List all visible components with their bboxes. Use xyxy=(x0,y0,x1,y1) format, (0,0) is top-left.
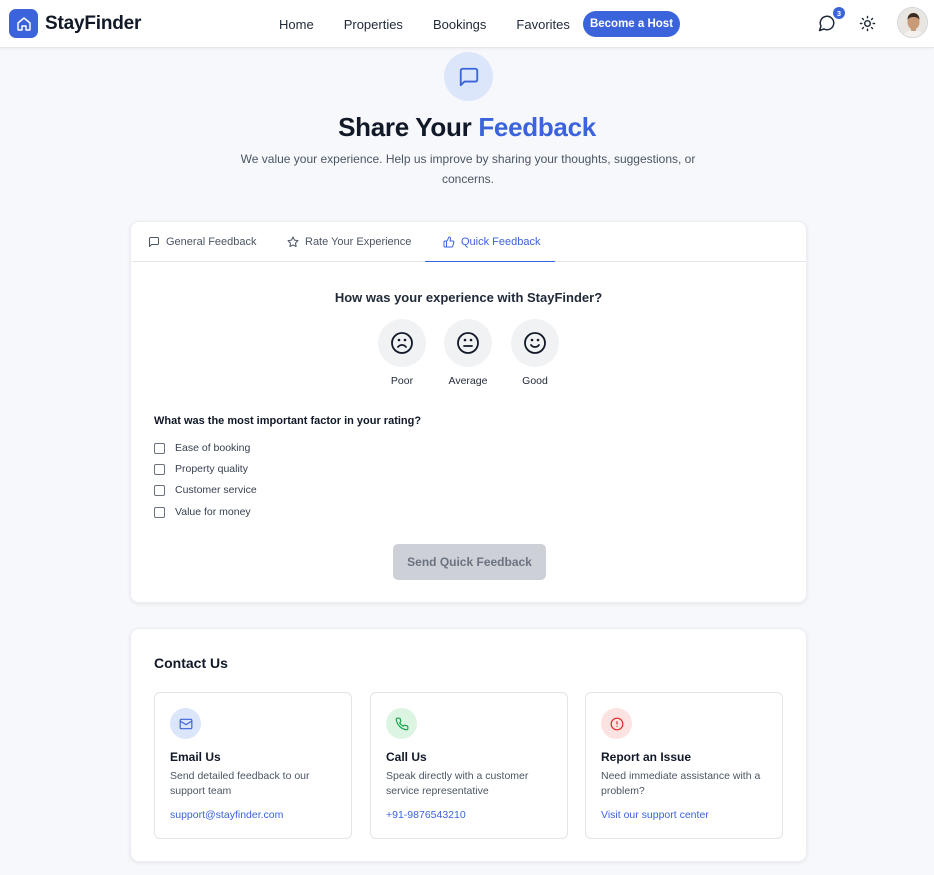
smile-icon xyxy=(511,319,559,367)
thumbs-up-icon xyxy=(443,235,461,248)
checkbox[interactable] xyxy=(154,442,165,454)
become-host-button[interactable]: Become a Host xyxy=(583,11,680,37)
rating-poor[interactable]: Poor xyxy=(378,319,426,387)
phone-icon xyxy=(386,708,417,739)
page-subtitle: We value your experience. Help us improv… xyxy=(240,152,696,186)
factor-question: What was the most important factor in yo… xyxy=(154,415,422,427)
feedback-tabs: General Feedback Rate Your Experience Qu… xyxy=(131,222,806,262)
factor-label: Customer service xyxy=(175,484,257,496)
user-avatar[interactable] xyxy=(897,7,928,38)
nav-home[interactable]: Home xyxy=(279,17,314,32)
send-quick-feedback-button[interactable]: Send Quick Feedback xyxy=(393,544,546,580)
contact-item-title: Email Us xyxy=(170,750,221,764)
phone-link[interactable]: +91-9876543210 xyxy=(386,809,466,821)
factor-label: Value for money xyxy=(175,506,251,518)
factor-property-quality[interactable]: Property quality xyxy=(154,463,248,475)
contact-item-desc: Need immediate assistance with a problem… xyxy=(601,770,761,797)
checkbox[interactable] xyxy=(154,506,165,518)
nav-properties[interactable]: Properties xyxy=(344,17,403,32)
email-link[interactable]: support@stayfinder.com xyxy=(170,809,283,821)
contact-title: Contact Us xyxy=(154,655,228,671)
tab-quick-feedback[interactable]: Quick Feedback xyxy=(425,222,555,262)
sun-icon[interactable] xyxy=(859,15,876,32)
contact-email-card: Email Us Send detailed feedback to our s… xyxy=(154,692,352,839)
contact-item-title: Report an Issue xyxy=(601,750,692,764)
tab-label: Rate Your Experience xyxy=(305,236,412,248)
rating-average[interactable]: Average xyxy=(444,319,492,387)
experience-question: How was your experience with StayFinder? xyxy=(334,290,603,305)
contact-call-card: Call Us Speak directly with a customer s… xyxy=(370,692,568,839)
page-title-accent: Feedback xyxy=(478,112,596,142)
feedback-card: General Feedback Rate Your Experience Qu… xyxy=(130,221,807,603)
brand-logo[interactable]: StayFinder xyxy=(9,9,141,38)
contact-item-desc: Send detailed feedback to our support te… xyxy=(170,770,310,797)
contact-item-title: Call Us xyxy=(386,750,427,764)
page-title: Share Your Feedback xyxy=(0,112,934,143)
factor-value-for-money[interactable]: Value for money xyxy=(154,506,251,518)
message-count-badge: 3 xyxy=(833,7,845,19)
contact-report-card: Report an Issue Need immediate assistanc… xyxy=(585,692,783,839)
tab-label: General Feedback xyxy=(166,236,257,248)
factor-label: Property quality xyxy=(175,463,248,475)
main-nav: Home Properties Bookings Favorites xyxy=(264,0,585,48)
home-icon xyxy=(9,9,38,38)
star-icon xyxy=(287,236,305,248)
tab-label: Quick Feedback xyxy=(461,235,541,248)
alert-circle-icon xyxy=(601,708,632,739)
message-square-icon xyxy=(444,52,493,101)
contact-item-desc: Speak directly with a customer service r… xyxy=(386,770,529,797)
factor-label: Ease of booking xyxy=(175,442,251,454)
brand-name: StayFinder xyxy=(45,12,142,34)
tab-rate-experience[interactable]: Rate Your Experience xyxy=(287,222,417,262)
factor-customer-service[interactable]: Customer service xyxy=(154,484,257,496)
contact-card: Contact Us Email Us Send detailed feedba… xyxy=(130,628,807,862)
checkbox[interactable] xyxy=(154,463,165,475)
rating-label: Poor xyxy=(390,375,414,387)
page-title-prefix: Share Your xyxy=(338,112,472,142)
factor-ease-of-booking[interactable]: Ease of booking xyxy=(154,442,250,454)
rating-label: Average xyxy=(448,375,488,387)
nav-bookings[interactable]: Bookings xyxy=(433,17,486,32)
mail-icon xyxy=(170,708,201,739)
frown-icon xyxy=(378,319,426,367)
tab-general-feedback[interactable]: General Feedback xyxy=(148,222,270,262)
message-square-icon xyxy=(148,236,166,248)
rating-good[interactable]: Good xyxy=(511,319,559,387)
nav-favorites[interactable]: Favorites xyxy=(516,17,569,32)
top-navbar: StayFinder Home Properties Bookings Favo… xyxy=(0,0,934,48)
meh-icon xyxy=(444,319,492,367)
checkbox[interactable] xyxy=(154,484,165,496)
support-center-link[interactable]: Visit our support center xyxy=(601,809,709,821)
rating-label: Good xyxy=(522,375,548,387)
